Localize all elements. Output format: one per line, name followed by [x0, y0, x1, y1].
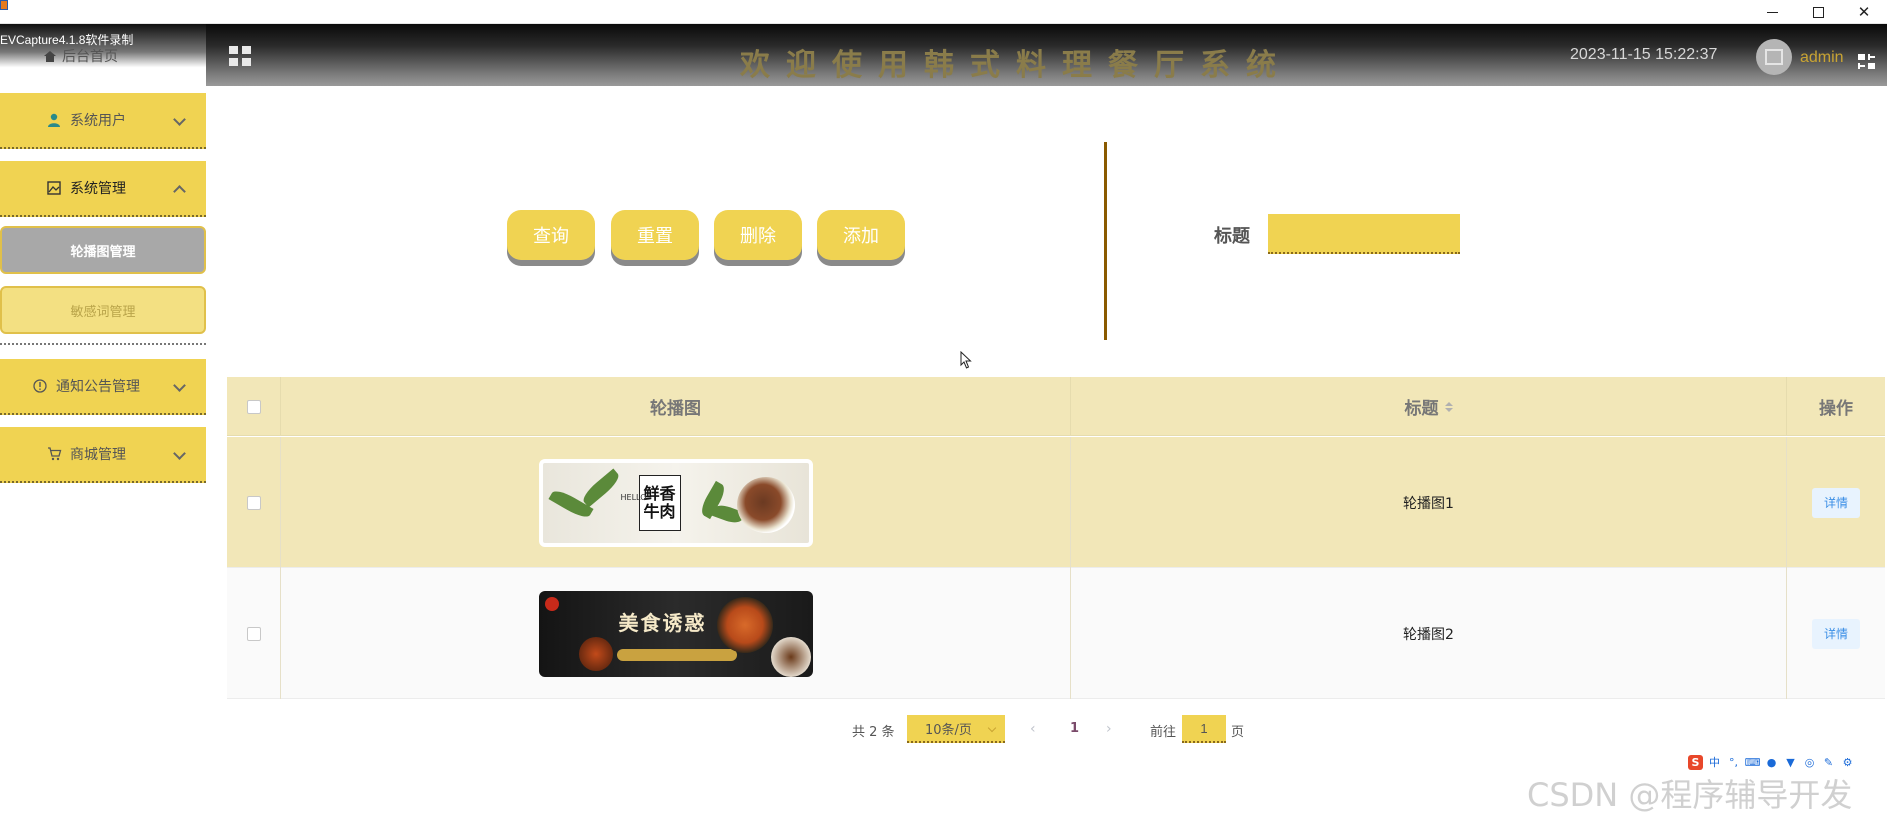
- user-icon[interactable]: ●: [1764, 755, 1779, 770]
- home-icon: [44, 50, 56, 62]
- page-size-select[interactable]: 10条/页: [907, 715, 1005, 743]
- next-page-button[interactable]: ›: [1106, 721, 1112, 737]
- ime-language-toggle[interactable]: 中: [1707, 755, 1722, 770]
- info-circle-icon: [32, 378, 48, 394]
- page-number-current[interactable]: 1: [1070, 721, 1079, 736]
- user-icon: [46, 112, 62, 128]
- sort-icon[interactable]: [1444, 401, 1453, 412]
- image-icon: [46, 180, 62, 196]
- chevron-up-icon: [173, 185, 186, 198]
- header-select-all[interactable]: [227, 377, 281, 436]
- detail-button[interactable]: 详情: [1812, 487, 1860, 518]
- shrimp-plate-graphic: [716, 596, 773, 653]
- sidebar-item-label: 通知公告管理: [56, 379, 140, 395]
- app-icon: [0, 0, 8, 10]
- chevron-down-icon: [173, 379, 186, 392]
- table-header: 轮播图 标题 操作: [227, 377, 1885, 436]
- title-search-input[interactable]: [1268, 214, 1460, 254]
- window-titlebar: ✕: [0, 0, 1887, 24]
- watermark: CSDN @程序辅导开发: [1527, 776, 1853, 814]
- column-header-title[interactable]: 标题: [1071, 377, 1787, 436]
- pagination: 共 2 条 10条/页 ‹ 1 › 前往 页: [0, 715, 1887, 745]
- top-header: EVCapture4.1.8软件录制 后台首页 欢迎使用韩式料理餐厅系统 202…: [0, 24, 1887, 86]
- skin-icon[interactable]: ▼: [1783, 755, 1798, 770]
- carousel-image-thumbnail: 美食诱惑: [538, 590, 813, 677]
- settings-icon[interactable]: ⚙: [1840, 755, 1855, 770]
- home-label: 后台首页: [62, 49, 118, 65]
- goto-label: 前往: [1150, 725, 1177, 740]
- banner-logo: [544, 596, 559, 611]
- avatar-image-icon: [1765, 49, 1783, 65]
- detail-button[interactable]: 详情: [1812, 618, 1860, 649]
- sidebar-item-label: 系统用户: [70, 113, 126, 129]
- sidebar-item-system[interactable]: 系统管理: [0, 161, 206, 217]
- sidebar-item-home[interactable]: 后台首页: [44, 46, 118, 66]
- goto-page-input[interactable]: [1182, 715, 1226, 743]
- keyboard-icon[interactable]: ⌨: [1745, 755, 1761, 770]
- reset-button[interactable]: 重置: [611, 210, 699, 260]
- maximize-button[interactable]: [1795, 0, 1841, 24]
- toolbox-icon[interactable]: ✎: [1821, 755, 1836, 770]
- chevron-down-icon: [987, 723, 997, 733]
- table-row: 鲜香牛肉 HELLO 轮播图1 详情: [227, 437, 1885, 568]
- sidebar-item-users[interactable]: 系统用户: [0, 93, 206, 149]
- username[interactable]: admin: [1800, 49, 1844, 67]
- punctuation-icon[interactable]: °,: [1726, 755, 1741, 770]
- voice-icon[interactable]: ◎: [1802, 755, 1817, 770]
- crab-graphic: [578, 636, 613, 671]
- close-icon: ✕: [1857, 3, 1871, 21]
- avatar[interactable]: [1756, 39, 1792, 75]
- column-header-image: 轮播图: [281, 377, 1071, 436]
- row-title: 轮播图1: [1071, 437, 1787, 568]
- delete-button[interactable]: 删除: [714, 210, 802, 260]
- carousel-image-thumbnail: 鲜香牛肉 HELLO: [538, 458, 813, 547]
- row-title: 轮播图2: [1071, 568, 1787, 699]
- chevron-down-icon: [173, 447, 186, 460]
- steak-plate-graphic: [736, 476, 795, 533]
- table-row: 美食诱惑 轮播图2 详情: [227, 568, 1885, 699]
- close-button[interactable]: ✕: [1841, 0, 1887, 24]
- banner-subtext: HELLO: [620, 492, 647, 502]
- prev-page-button[interactable]: ‹: [1030, 721, 1036, 737]
- page-suffix-label: 页: [1231, 725, 1245, 740]
- column-header-title-label: 标题: [1404, 399, 1439, 419]
- banner-text: 鲜香牛肉: [638, 474, 681, 531]
- banner-ribbon: [616, 648, 737, 661]
- submenu-item-carousel[interactable]: 轮播图管理: [0, 226, 206, 274]
- minimize-icon: [1766, 11, 1778, 13]
- row-checkbox[interactable]: [246, 495, 261, 510]
- fullscreen-icon[interactable]: [1858, 54, 1876, 70]
- sidebar-item-label: 系统管理: [70, 181, 126, 197]
- sidebar-item-label: 商城管理: [70, 447, 126, 463]
- system-title: 欢迎使用韩式料理餐厅系统: [740, 48, 1292, 83]
- sogou-logo-icon[interactable]: S: [1688, 754, 1703, 770]
- dish-graphic: [770, 636, 811, 677]
- sidebar-item-shop[interactable]: 商城管理: [0, 427, 206, 483]
- add-button[interactable]: 添加: [817, 210, 905, 260]
- title-search-label: 标题: [1214, 226, 1250, 247]
- minimize-button[interactable]: [1749, 0, 1795, 24]
- banner-text: 美食诱惑: [618, 610, 707, 635]
- menu-toggle-icon[interactable]: [229, 46, 251, 66]
- submenu-item-sensitive-words[interactable]: 敏感词管理: [0, 286, 206, 334]
- chevron-down-icon: [173, 113, 186, 126]
- select-all-checkbox[interactable]: [246, 399, 261, 414]
- datetime-display: 2023-11-15 15:22:37: [1570, 46, 1718, 63]
- query-button[interactable]: 查询: [507, 210, 595, 260]
- sidebar-item-notice[interactable]: 通知公告管理: [0, 359, 206, 415]
- column-header-actions: 操作: [1819, 399, 1853, 419]
- ime-toolbar: S 中 °, ⌨ ● ▼ ◎ ✎ ⚙: [1688, 752, 1855, 772]
- maximize-icon: [1812, 6, 1824, 18]
- sidebar-divider: [0, 343, 206, 345]
- mouse-cursor-icon: [960, 351, 972, 369]
- row-checkbox[interactable]: [246, 626, 261, 641]
- page-size-value: 10条/页: [925, 722, 972, 738]
- search-divider: [1104, 142, 1107, 340]
- cart-icon: [46, 446, 62, 462]
- total-count: 共 2 条: [852, 725, 895, 740]
